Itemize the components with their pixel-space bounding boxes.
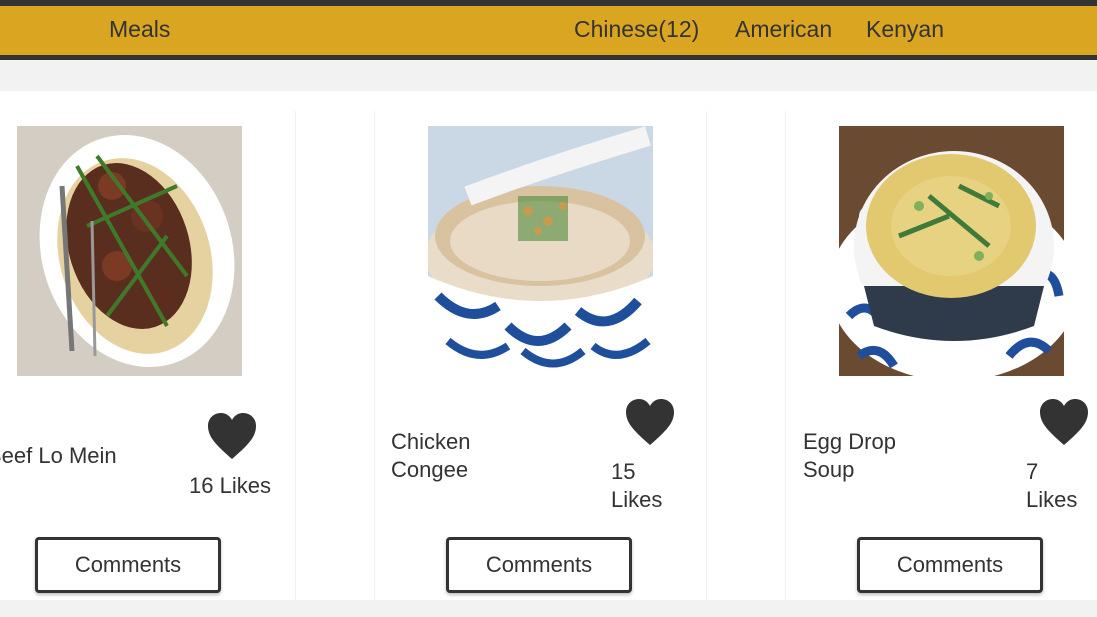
meal-image-beef-lo-mein xyxy=(17,126,242,376)
navbar-bottom-border xyxy=(0,55,1097,60)
comments-button[interactable]: Comments xyxy=(857,537,1043,593)
likes-count: 15 Likes xyxy=(611,459,663,512)
card-divider xyxy=(295,111,296,600)
likes-count: 16 Likes xyxy=(189,473,271,498)
meal-image-egg-drop-soup xyxy=(839,126,1064,376)
meal-name: Egg Drop Soup xyxy=(803,429,896,482)
meal-name: Chicken Congee xyxy=(391,429,471,482)
card-divider xyxy=(374,111,375,600)
card-divider xyxy=(785,111,786,600)
card-divider xyxy=(706,111,707,600)
nav-link-kenyan[interactable]: Kenyan xyxy=(866,16,944,43)
nav-link-chinese[interactable]: Chinese(12) xyxy=(574,16,699,43)
meal-name: Beef Lo Mein xyxy=(0,443,117,468)
heart-icon[interactable] xyxy=(624,397,676,447)
heart-icon[interactable] xyxy=(1038,397,1090,447)
nav-link-american[interactable]: American xyxy=(735,16,832,43)
comments-button[interactable]: Comments xyxy=(35,537,221,593)
nav-brand-meals[interactable]: Meals xyxy=(109,16,170,43)
comments-button[interactable]: Comments xyxy=(446,537,632,593)
meal-image-chicken-congee xyxy=(428,126,653,376)
heart-icon[interactable] xyxy=(206,411,258,461)
navbar: Meals Chinese(12) American Kenyan xyxy=(0,6,1097,55)
likes-count: 7 Likes xyxy=(1026,459,1078,512)
